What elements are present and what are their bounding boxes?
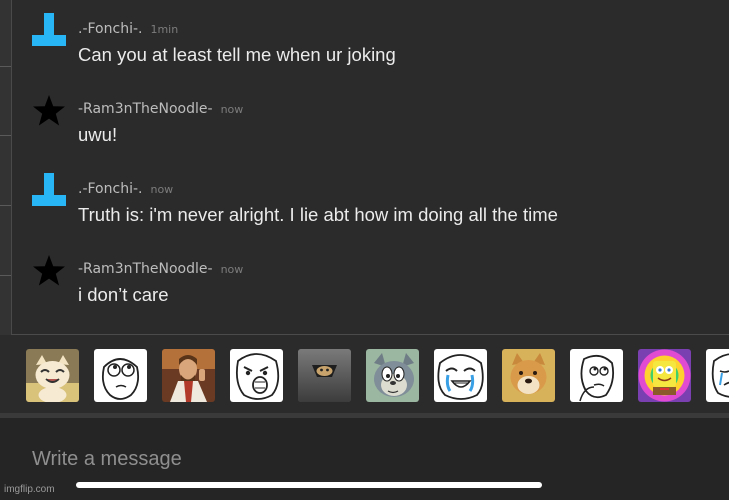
message: -Ram3nTheNoodle-now i don’t care xyxy=(12,240,729,310)
home-indicator[interactable] xyxy=(76,482,542,488)
username[interactable]: -Ram3nTheNoodle- xyxy=(78,101,213,117)
message-text: uwu! xyxy=(78,124,118,145)
rail-tick xyxy=(0,275,11,276)
rail-tick xyxy=(0,66,11,67)
timestamp: now xyxy=(150,183,174,196)
message-text: i don’t care xyxy=(78,284,169,305)
star-icon[interactable] xyxy=(31,93,67,129)
timestamp: 1min xyxy=(150,23,179,36)
rail-tick xyxy=(0,205,11,206)
thinking-face-sticker-icon[interactable] xyxy=(570,349,623,402)
tetromino-t-icon[interactable] xyxy=(31,173,67,209)
rage-face-rolling-eyes-sticker-icon[interactable] xyxy=(94,349,147,402)
message-text: Can you at least tell me when ur joking xyxy=(78,44,396,65)
imagination-spongebob-sticker-icon[interactable] xyxy=(638,349,691,402)
happy-tears-face-sticker-icon[interactable] xyxy=(434,349,487,402)
tetromino-t-icon[interactable] xyxy=(31,13,67,49)
doge-sticker-icon[interactable] xyxy=(502,349,555,402)
message-meta: -Ram3nTheNoodle-now xyxy=(78,100,243,118)
rail-tick xyxy=(0,135,11,136)
buddy-jesus-sticker-icon[interactable] xyxy=(162,349,215,402)
username[interactable]: -Ram3nTheNoodle- xyxy=(78,261,213,277)
star-icon[interactable] xyxy=(31,253,67,289)
username[interactable]: .-Fonchi-. xyxy=(78,181,142,197)
message-text: Truth is: i'm never alright. I lie abt h… xyxy=(78,204,558,225)
timestamp: now xyxy=(220,103,244,116)
ceiling-cat-sticker-icon[interactable] xyxy=(298,349,351,402)
message-meta: .-Fonchi-. now xyxy=(78,180,173,198)
message-list: .-Fonchi-. 1min Can you at least tell me … xyxy=(12,0,729,334)
sticker-bar xyxy=(12,335,729,415)
happy-cat-sticker-icon[interactable] xyxy=(26,349,79,402)
left-rail xyxy=(0,0,12,335)
message: -Ram3nTheNoodle-now uwu! xyxy=(12,80,729,150)
message: .-Fonchi-. now Truth is: i'm never alrigh… xyxy=(12,160,729,230)
forever-alone-face-sticker-icon[interactable] xyxy=(706,349,729,402)
message-meta: .-Fonchi-. 1min xyxy=(78,20,178,38)
message: .-Fonchi-. 1min Can you at least tell me … xyxy=(12,0,729,70)
watermark: imgflip.com xyxy=(4,484,55,495)
timestamp: now xyxy=(220,263,244,276)
username[interactable]: .-Fonchi-. xyxy=(78,21,142,37)
message-meta: -Ram3nTheNoodle-now xyxy=(78,260,243,278)
lol-face-sticker-icon[interactable] xyxy=(230,349,283,402)
tom-cat-meme-sticker-icon[interactable] xyxy=(366,349,419,402)
